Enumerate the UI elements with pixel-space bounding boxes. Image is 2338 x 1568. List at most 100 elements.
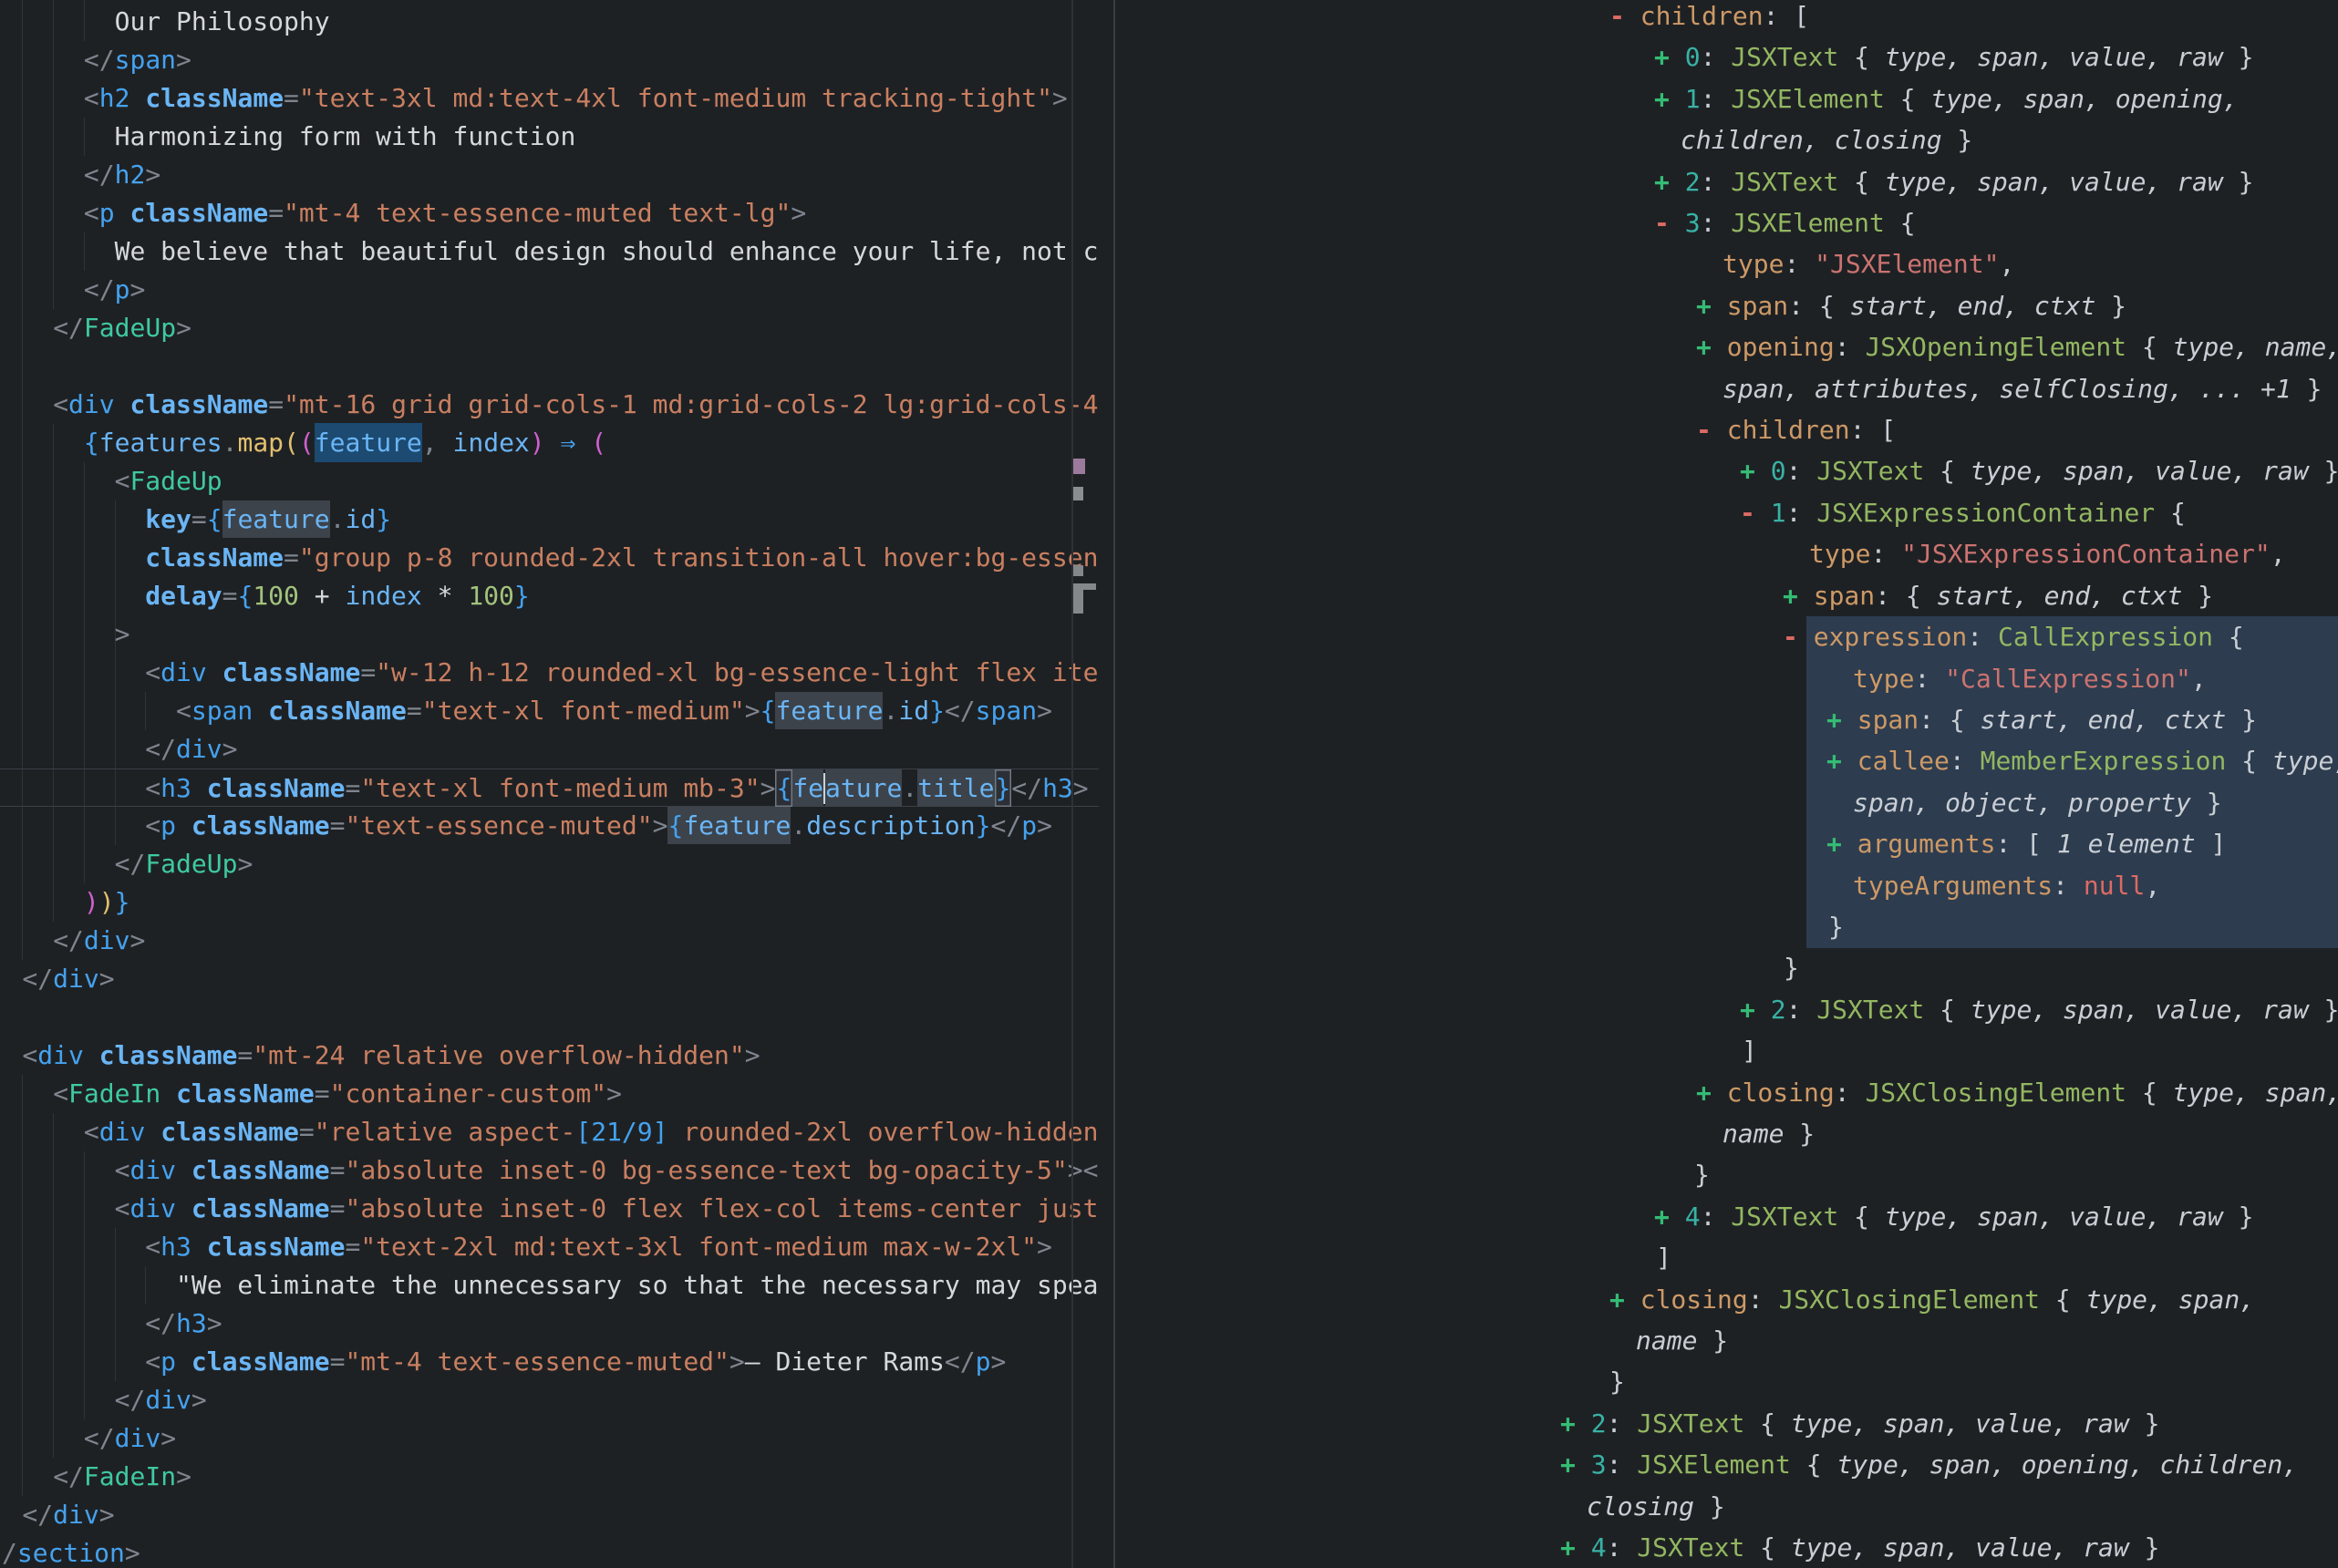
code-line[interactable]: </div> [0,1381,1099,1419]
code-line[interactable]: Harmonizing form with function [0,118,1099,156]
ast-node-row[interactable]: + 1: JSXElement { type, span, opening, [1113,78,2338,119]
code-line[interactable]: > [0,615,1099,654]
pane-divider[interactable] [1113,0,1115,1568]
code-line[interactable]: <div className="w-12 h-12 rounded-xl bg-… [0,654,1099,692]
expand-icon[interactable]: + [1696,1078,1727,1108]
code-line[interactable]: </FadeIn> [0,1458,1099,1496]
code-line[interactable]: <FadeUp [0,462,1099,500]
ast-node-row[interactable]: + span: { start, end, ctxt } [1113,575,2338,616]
code-line[interactable]: </FadeUp> [0,309,1099,347]
code-line[interactable]: "We eliminate the unnecessary so that th… [0,1266,1099,1305]
ast-node-row[interactable]: + 2: JSXText { type, span, value, raw } [1113,989,2338,1030]
code-line[interactable]: <div className="mt-24 relative overflow-… [0,1037,1099,1075]
ast-node-row[interactable]: + span: { start, end, ctxt } [1113,285,2338,326]
ast-node-row[interactable]: } [1113,1154,2338,1195]
expand-icon[interactable]: + [1560,1532,1591,1563]
code-line[interactable]: <h3 className="text-2xl md:text-3xl font… [0,1228,1099,1266]
code-editor-pane[interactable]: Our Philosophy</span><h2 className="text… [0,0,1099,1568]
code-line[interactable]: <p className="text-essence-muted">{featu… [0,807,1099,845]
code-line[interactable]: </div> [0,922,1099,960]
ast-node-row[interactable]: ] [1113,1030,2338,1071]
code-line[interactable]: <div className="absolute inset-0 bg-esse… [0,1151,1099,1190]
expand-icon[interactable]: + [1826,746,1857,776]
code-line[interactable]: </FadeUp> [0,845,1099,883]
code-line[interactable]: <p className="mt-4 text-essence-muted te… [0,194,1099,232]
expand-icon[interactable]: + [1560,1449,1591,1480]
code-line[interactable]: /section> [0,1534,1099,1568]
code-line[interactable]: key={feature.id} [0,500,1099,539]
code-line[interactable]: <div className="mt-16 grid grid-cols-1 m… [0,386,1099,424]
ast-node-row[interactable]: + 0: JSXText { type, span, value, raw } [1113,36,2338,77]
code-line[interactable]: <span className="text-xl font-medium">{f… [0,692,1099,730]
code-line[interactable]: </span> [0,41,1099,79]
ast-node-row[interactable]: + opening: JSXOpeningElement { type, nam… [1113,326,2338,367]
code-line[interactable]: ))} [0,883,1099,922]
collapse-icon[interactable]: - [1654,208,1685,238]
expand-icon[interactable]: + [1654,84,1685,114]
ast-node-row[interactable]: + span: { start, end, ctxt } [1113,699,2338,740]
code-line[interactable]: <h2 className="text-3xl md:text-4xl font… [0,79,1099,118]
code-line[interactable]: </div> [0,1419,1099,1458]
ast-node-row[interactable]: } [1113,906,2338,947]
ast-node-row[interactable]: type: "CallExpression", [1113,658,2338,699]
expand-icon[interactable]: + [1740,995,1771,1025]
code-line[interactable]: delay={100 + index * 100} [0,577,1099,615]
code-line[interactable]: <div className="absolute inset-0 flex fl… [0,1190,1099,1228]
ast-node-row[interactable]: + callee: MemberExpression { type, [1113,740,2338,781]
code-line[interactable]: </div> [0,1496,1099,1534]
code-line[interactable]: <div className="relative aspect-[21/9] r… [0,1113,1099,1151]
code-line[interactable]: We believe that beautiful design should … [0,232,1099,271]
expand-icon[interactable]: + [1654,42,1685,72]
ast-node-row[interactable]: - 3: JSXElement { [1113,202,2338,243]
expand-icon[interactable]: + [1740,456,1771,486]
ast-node-row[interactable]: span, attributes, selfClosing, ... +1 } [1113,368,2338,409]
collapse-icon[interactable]: - [1740,498,1771,528]
code-line[interactable]: </div> [0,730,1099,769]
expand-icon[interactable]: + [1826,705,1857,735]
code-line[interactable]: <FadeIn className="container-custom"> [0,1075,1099,1113]
collapse-icon[interactable]: - [1783,622,1814,652]
ast-node-row[interactable]: + 4: JSXText { type, span, value, raw } [1113,1527,2338,1568]
ast-node-row[interactable]: + 4: JSXText { type, span, value, raw } [1113,1196,2338,1237]
expand-icon[interactable]: + [1654,167,1685,197]
ast-node-row[interactable]: closing } [1113,1486,2338,1527]
expand-icon[interactable]: + [1609,1284,1640,1315]
ast-node-row[interactable]: typeArguments: null, [1113,865,2338,906]
ast-node-row[interactable]: name } [1113,1320,2338,1361]
code-line[interactable]: </div> [0,960,1099,998]
ast-node-row[interactable]: + arguments: [ 1 element ] [1113,823,2338,864]
code-line[interactable]: </h3> [0,1305,1099,1343]
ast-node-row[interactable]: + 0: JSXText { type, span, value, raw } [1113,450,2338,491]
ast-node-row[interactable]: ] [1113,1237,2338,1278]
ast-node-row[interactable]: name } [1113,1113,2338,1154]
ast-node-row[interactable]: + closing: JSXClosingElement { type, spa… [1113,1072,2338,1113]
ast-node-row[interactable]: - expression: CallExpression { [1113,616,2338,657]
code-line[interactable]: <p className="mt-4 text-essence-muted">—… [0,1343,1099,1381]
ast-node-row[interactable]: + closing: JSXClosingElement { type, spa… [1113,1279,2338,1320]
ast-node-row[interactable]: children, closing } [1113,119,2338,160]
ast-node-row[interactable]: } [1113,947,2338,988]
code-line[interactable]: {features.map((feature, index) ⇒ ( [0,424,1099,462]
ast-node-row[interactable]: } [1113,1361,2338,1402]
code-line[interactable] [0,347,1099,386]
expand-icon[interactable]: + [1696,332,1727,362]
code-line[interactable]: </h2> [0,156,1099,194]
collapse-icon[interactable]: - [1696,415,1727,445]
ast-node-row[interactable]: - children: [ [1113,0,2338,36]
expand-icon[interactable]: + [1654,1202,1685,1232]
code-line[interactable]: className="group p-8 rounded-2xl transit… [0,539,1099,577]
code-line[interactable]: Our Philosophy [0,3,1099,41]
expand-icon[interactable]: + [1783,581,1814,611]
ast-node-row[interactable]: type: "JSXElement", [1113,243,2338,284]
ast-node-row[interactable]: - 1: JSXExpressionContainer { [1113,492,2338,533]
ast-tree-pane[interactable]: - children: [+ 0: JSXText { type, span, … [1113,0,2338,1568]
collapse-icon[interactable]: - [1609,1,1640,31]
expand-icon[interactable]: + [1560,1408,1591,1439]
ast-node-row[interactable]: type: "JSXExpressionContainer", [1113,533,2338,574]
code-line[interactable] [0,998,1099,1037]
ast-node-row[interactable]: - children: [ [1113,409,2338,450]
code-line-active[interactable]: <h3 className="text-xl font-medium mb-3"… [0,769,1099,807]
ast-node-row[interactable]: + 2: JSXText { type, span, value, raw } [1113,1403,2338,1444]
expand-icon[interactable]: + [1826,829,1857,859]
expand-icon[interactable]: + [1696,291,1727,321]
